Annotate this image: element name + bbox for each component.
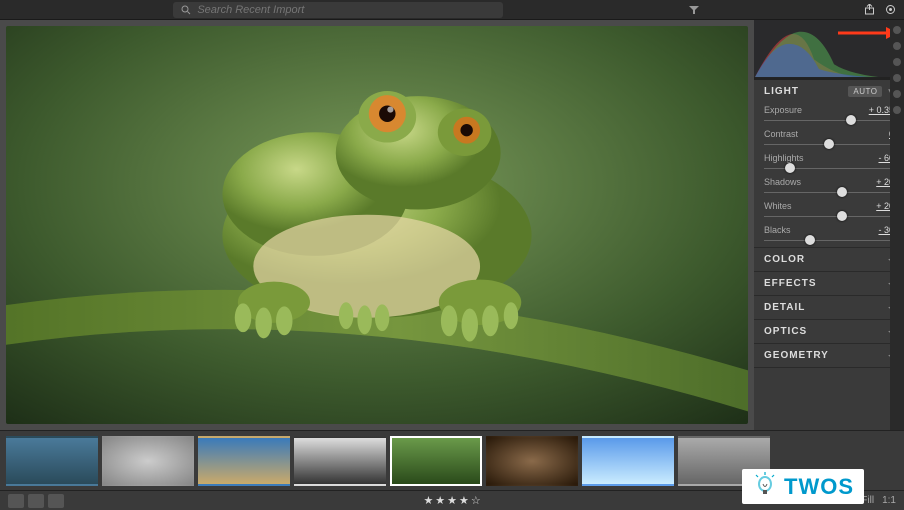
slider-highlights[interactable]: Highlights- 60 (754, 151, 904, 175)
slider-track[interactable] (764, 165, 894, 171)
panel-light-header[interactable]: LIGHT AUTO ▾ (754, 80, 904, 103)
slider-exposure[interactable]: Exposure+ 0.35 (754, 103, 904, 127)
slider-label: Shadows (764, 177, 801, 187)
thumb-seascape[interactable] (198, 436, 290, 486)
watermark-overlay: TWOS (742, 469, 864, 504)
main-area: LIGHT AUTO ▾ Exposure+ 0.35Contrast0High… (0, 20, 904, 430)
panel-light: LIGHT AUTO ▾ Exposure+ 0.35Contrast0High… (754, 80, 904, 248)
slider-track[interactable] (764, 237, 894, 243)
slider-shadows[interactable]: Shadows+ 20 (754, 175, 904, 199)
slider-label: Contrast (764, 129, 798, 139)
search-icon (181, 5, 191, 15)
thumb-bird-1[interactable] (6, 436, 98, 486)
panel-label: DETAIL (764, 302, 805, 313)
grid-view-icon[interactable] (8, 494, 24, 508)
tool-gradient-icon[interactable] (893, 90, 901, 98)
auto-button[interactable]: AUTO (848, 86, 882, 97)
slider-track[interactable] (764, 117, 894, 123)
panel-detail-header[interactable]: DETAIL◂ (754, 296, 904, 319)
slider-track[interactable] (764, 141, 894, 147)
tool-brush-icon[interactable] (893, 74, 901, 82)
filter-icon[interactable] (689, 5, 699, 15)
panel-light-label: LIGHT (764, 86, 799, 97)
thumb-architecture[interactable] (102, 436, 194, 486)
thumb-bw-tree[interactable] (294, 436, 386, 486)
panel-label: OPTICS (764, 326, 807, 337)
search-container[interactable] (173, 2, 503, 18)
slider-whites[interactable]: Whites+ 20 (754, 199, 904, 223)
slider-contrast[interactable]: Contrast0 (754, 127, 904, 151)
search-input[interactable] (197, 4, 495, 16)
slider-label: Exposure (764, 105, 802, 115)
panel-color-header[interactable]: COLOR◂ (754, 248, 904, 271)
compare-view-icon[interactable] (28, 494, 44, 508)
panel-geometry-header[interactable]: GEOMETRY◂ (754, 344, 904, 367)
panel-label: GEOMETRY (764, 350, 829, 361)
rating-stars[interactable]: ★★★★☆ (423, 494, 482, 507)
panel-label: EFFECTS (764, 278, 817, 289)
panel-effects-header[interactable]: EFFECTS◂ (754, 272, 904, 295)
ratio-button[interactable]: 1:1 (882, 495, 896, 506)
image-canvas[interactable] (0, 20, 754, 430)
slider-label: Whites (764, 201, 792, 211)
tool-radial-icon[interactable] (893, 106, 901, 114)
bulb-icon (752, 471, 778, 502)
gear-icon[interactable] (885, 4, 896, 15)
slider-blacks[interactable]: Blacks- 30 (754, 223, 904, 247)
panel-optics-header[interactable]: OPTICS◂ (754, 320, 904, 343)
thumb-white-bird[interactable] (582, 436, 674, 486)
tool-edit-icon[interactable] (893, 26, 901, 34)
edit-panel: LIGHT AUTO ▾ Exposure+ 0.35Contrast0High… (754, 20, 904, 430)
thumb-eagle-close[interactable] (486, 436, 578, 486)
slider-track[interactable] (764, 189, 894, 195)
slider-label: Highlights (764, 153, 804, 163)
slider-track[interactable] (764, 213, 894, 219)
main-photo (6, 26, 748, 424)
slider-label: Blacks (764, 225, 791, 235)
thumb-frog[interactable] (390, 436, 482, 486)
top-bar (0, 0, 904, 20)
panel-label: COLOR (764, 254, 805, 265)
tool-strip (890, 20, 904, 430)
tool-crop-icon[interactable] (893, 42, 901, 50)
watermark-text: TWOS (784, 474, 854, 500)
detail-view-icon[interactable] (48, 494, 64, 508)
annotation-arrow-icon (838, 26, 898, 45)
histogram[interactable] (754, 20, 904, 80)
share-icon[interactable] (864, 4, 875, 15)
tool-heal-icon[interactable] (893, 58, 901, 66)
view-mode-buttons[interactable] (8, 494, 64, 508)
